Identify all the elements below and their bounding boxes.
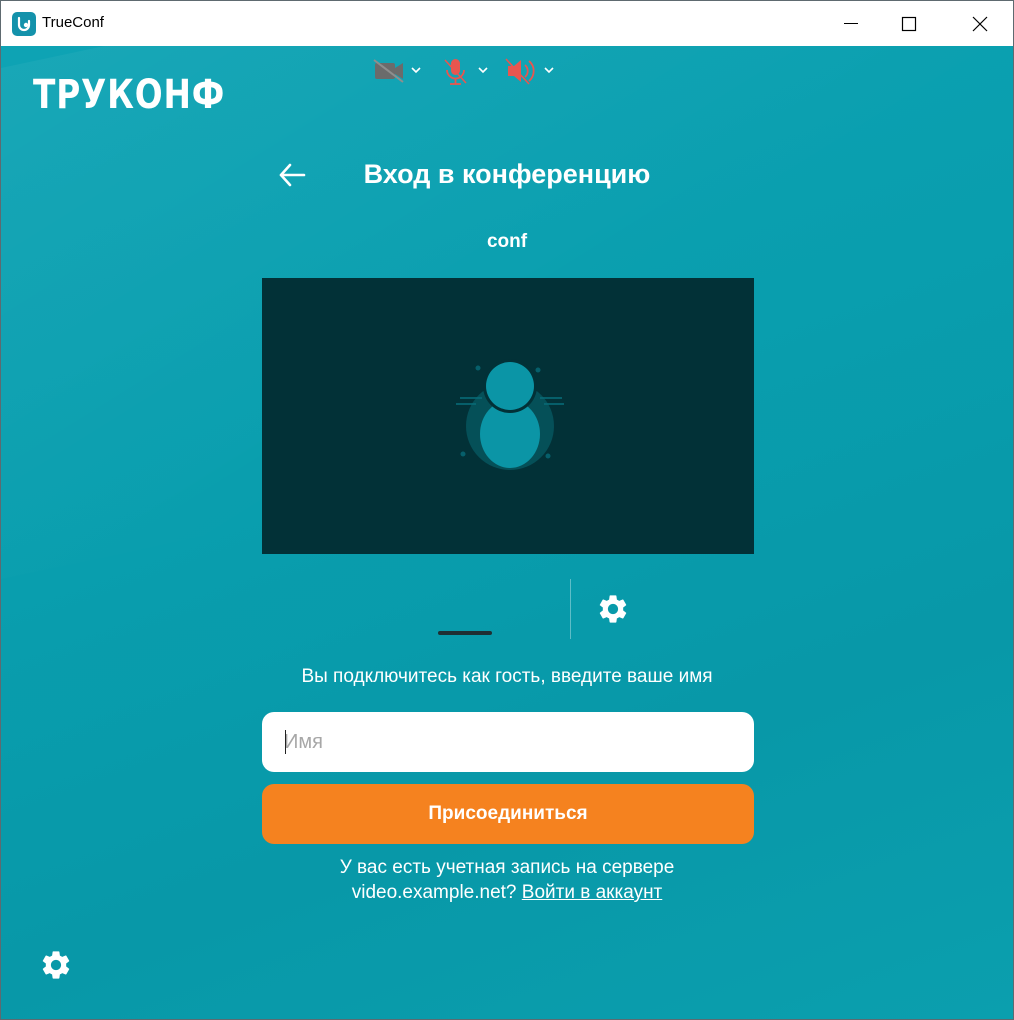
minimize-icon: [844, 23, 858, 24]
window-title: TrueConf: [42, 14, 104, 31]
user-avatar-icon: [456, 359, 564, 470]
maximize-icon: [901, 16, 917, 32]
gear-icon: [599, 595, 627, 623]
device-settings-button[interactable]: [596, 592, 630, 631]
app-settings-button[interactable]: [39, 948, 73, 987]
account-hint: У вас есть учетная запись на сервере: [339, 857, 675, 878]
camera-toggle[interactable]: [370, 46, 426, 110]
title-bar: TrueConf: [1, 1, 1013, 46]
speaker-toggle[interactable]: [503, 46, 559, 110]
controls-divider: [570, 579, 571, 639]
video-preview: [262, 278, 754, 554]
close-button[interactable]: [956, 1, 1002, 46]
gear-icon: [42, 951, 70, 979]
camera-off-icon: [373, 59, 421, 83]
maximize-button[interactable]: [885, 1, 931, 46]
login-link[interactable]: Войти в аккаунт: [522, 882, 662, 903]
account-hint-line2: video.example.net? Войти в аккаунт: [1, 882, 1013, 904]
active-device-indicator: [438, 631, 492, 635]
mic-off-icon: [444, 59, 488, 85]
app-window: TrueConf ТРУКОНФ Вход в конференцию conf: [0, 0, 1014, 1020]
text-caret: [285, 730, 286, 754]
close-icon: [972, 16, 988, 32]
name-input[interactable]: [262, 712, 754, 772]
server-address: video.example.net?: [351, 882, 517, 903]
trueconf-logo: ТРУКОНФ: [33, 72, 226, 118]
minimize-button[interactable]: [828, 1, 874, 46]
conference-name: conf: [486, 231, 528, 252]
join-button[interactable]: Присоединиться: [262, 784, 754, 844]
content-area: ТРУКОНФ Вход в конференцию conf Вы подкл…: [1, 46, 1013, 1019]
speaker-off-icon: [505, 58, 554, 85]
microphone-toggle[interactable]: [437, 46, 493, 110]
trueconf-app-icon: [12, 12, 36, 36]
page-title: Вход в конференцию: [363, 159, 651, 189]
guest-hint: Вы подключитесь как гость, введите ваше …: [301, 666, 713, 687]
